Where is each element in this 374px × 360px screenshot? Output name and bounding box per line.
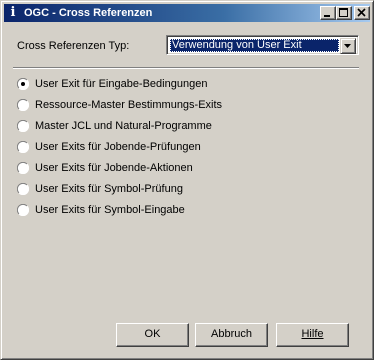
window-title: OGC - Cross Referenzen [24, 7, 153, 19]
radio-label: User Exits für Symbol-Prüfung [35, 183, 183, 195]
radio-option[interactable]: Ressource-Master Bestimmungs-Exits [17, 98, 317, 112]
ok-button[interactable]: OK [116, 323, 189, 347]
radio-label: User Exits für Symbol-Eingabe [35, 204, 185, 216]
cancel-button[interactable]: Abbruch [195, 323, 268, 347]
maximize-button[interactable] [336, 6, 352, 20]
dialog-window: i OGC - Cross Referenzen Cross Referenze… [0, 0, 374, 360]
radio-button[interactable] [17, 183, 29, 195]
radio-option[interactable]: User Exits für Jobende-Aktionen [17, 161, 317, 175]
radio-button[interactable] [17, 78, 29, 90]
type-select-value: Verwendung von User Exit [170, 39, 339, 52]
title-bar[interactable]: i OGC - Cross Referenzen [4, 4, 370, 22]
radio-label: Master JCL und Natural-Programme [35, 120, 212, 132]
radio-button[interactable] [17, 99, 29, 111]
radio-option[interactable]: User Exits für Jobende-Prüfungen [17, 140, 317, 154]
radio-button[interactable] [17, 120, 29, 132]
radio-option[interactable]: Master JCL und Natural-Programme [17, 119, 317, 133]
minimize-button[interactable] [320, 6, 336, 20]
close-button[interactable] [354, 6, 370, 20]
radio-option[interactable]: User Exit für Eingabe-Bedingungen [17, 77, 317, 91]
dropdown-button[interactable] [340, 38, 356, 54]
radio-label: User Exits für Jobende-Prüfungen [35, 141, 201, 153]
radio-button[interactable] [17, 204, 29, 216]
radio-button[interactable] [17, 141, 29, 153]
help-button-label: Hilfe [301, 328, 324, 340]
chevron-down-icon [344, 44, 351, 48]
radio-label: User Exit für Eingabe-Bedingungen [35, 78, 208, 90]
maximize-icon [339, 8, 348, 17]
radio-option[interactable]: User Exits für Symbol-Eingabe [17, 203, 317, 217]
radio-label: User Exits für Jobende-Aktionen [35, 162, 193, 174]
radio-button[interactable] [17, 162, 29, 174]
help-button[interactable]: Hilfe [276, 323, 349, 347]
info-icon: i [10, 5, 16, 20]
radio-option[interactable]: User Exits für Symbol-Prüfung [17, 182, 317, 196]
radio-label: Ressource-Master Bestimmungs-Exits [35, 99, 223, 111]
close-icon [357, 8, 366, 17]
minimize-icon [324, 15, 330, 17]
separator [13, 67, 359, 69]
type-select[interactable]: Verwendung von User Exit [166, 35, 359, 55]
type-label: Cross Referenzen Typ: [17, 40, 130, 52]
